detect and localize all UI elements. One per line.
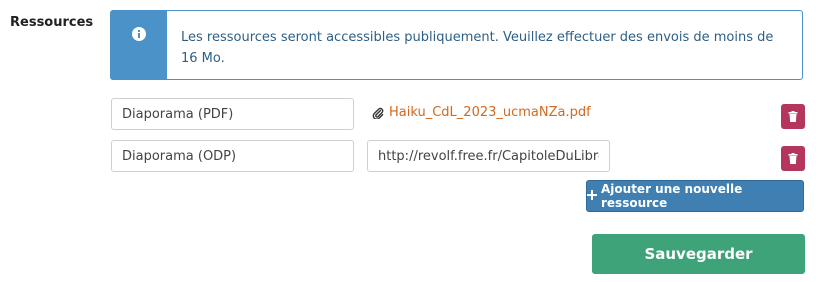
add-resource-button[interactable]: Ajouter une nouvelle ressource [586, 180, 804, 212]
plus-icon [587, 189, 597, 203]
resource-file-link[interactable]: Haiku_CdL_2023_ucmaNZa.pdf [372, 105, 591, 120]
paperclip-icon [372, 107, 384, 119]
delete-resource-button-2[interactable] [781, 146, 805, 171]
info-side [111, 11, 167, 79]
resource-title-input-2[interactable] [111, 140, 354, 172]
info-icon [132, 27, 146, 41]
resource-url-input[interactable] [367, 140, 610, 172]
delete-resource-button-1[interactable] [781, 104, 805, 129]
section-label: Ressources [10, 15, 94, 30]
info-message: Les ressources seront accessibles publiq… [181, 30, 774, 66]
save-button[interactable]: Sauvegarder [592, 234, 805, 274]
trash-icon [788, 149, 798, 168]
add-resource-label: Ajouter une nouvelle ressource [601, 182, 743, 210]
trash-icon [788, 107, 798, 126]
info-alert: Les ressources seront accessibles publiq… [110, 10, 803, 80]
resource-title-input-1[interactable] [111, 98, 354, 130]
resource-file-name: Haiku_CdL_2023_ucmaNZa.pdf [389, 105, 591, 120]
